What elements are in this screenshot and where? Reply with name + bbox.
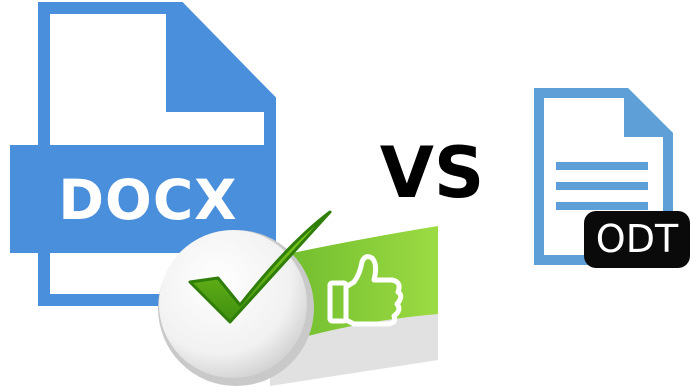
approval-badge (158, 210, 438, 386)
odt-label: ODT (595, 217, 679, 261)
